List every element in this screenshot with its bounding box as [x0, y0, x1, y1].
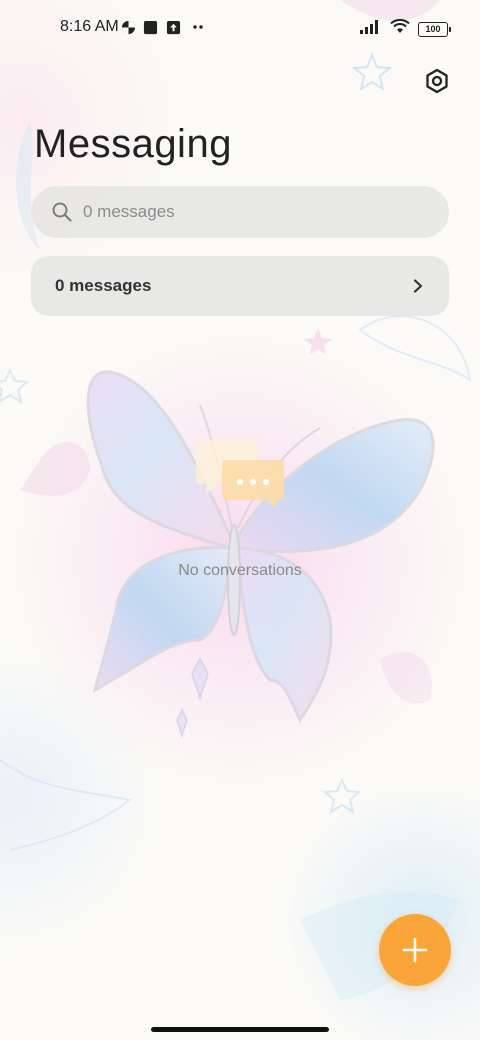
- chevron-right-icon: [413, 279, 423, 293]
- status-time: 8:16 AM: [60, 18, 119, 35]
- square-app-icon: [142, 19, 158, 35]
- page-title: Messaging: [34, 122, 232, 166]
- upload-box-icon: [165, 19, 181, 35]
- search-input[interactable]: 0 messages: [31, 186, 449, 238]
- chat-bubbles-icon: [196, 440, 284, 508]
- home-indicator[interactable]: [151, 1027, 329, 1032]
- plus-icon: [402, 937, 428, 963]
- messages-summary-row[interactable]: 0 messages: [31, 256, 449, 316]
- settings-hexagon-icon: [426, 68, 448, 94]
- battery-icon: 100: [418, 21, 451, 37]
- empty-state-text: No conversations: [178, 562, 302, 579]
- signal-icon: [360, 19, 382, 39]
- status-bar: 8:16 AM 100: [0, 0, 480, 56]
- pinwheel-icon: [120, 19, 136, 35]
- more-dots-icon: [190, 19, 206, 35]
- settings-button[interactable]: [422, 66, 452, 96]
- search-icon: [52, 202, 72, 222]
- wifi-icon: [390, 18, 410, 39]
- search-placeholder: 0 messages: [83, 202, 175, 221]
- new-message-button[interactable]: [379, 914, 451, 986]
- messages-summary-label: 0 messages: [55, 276, 152, 295]
